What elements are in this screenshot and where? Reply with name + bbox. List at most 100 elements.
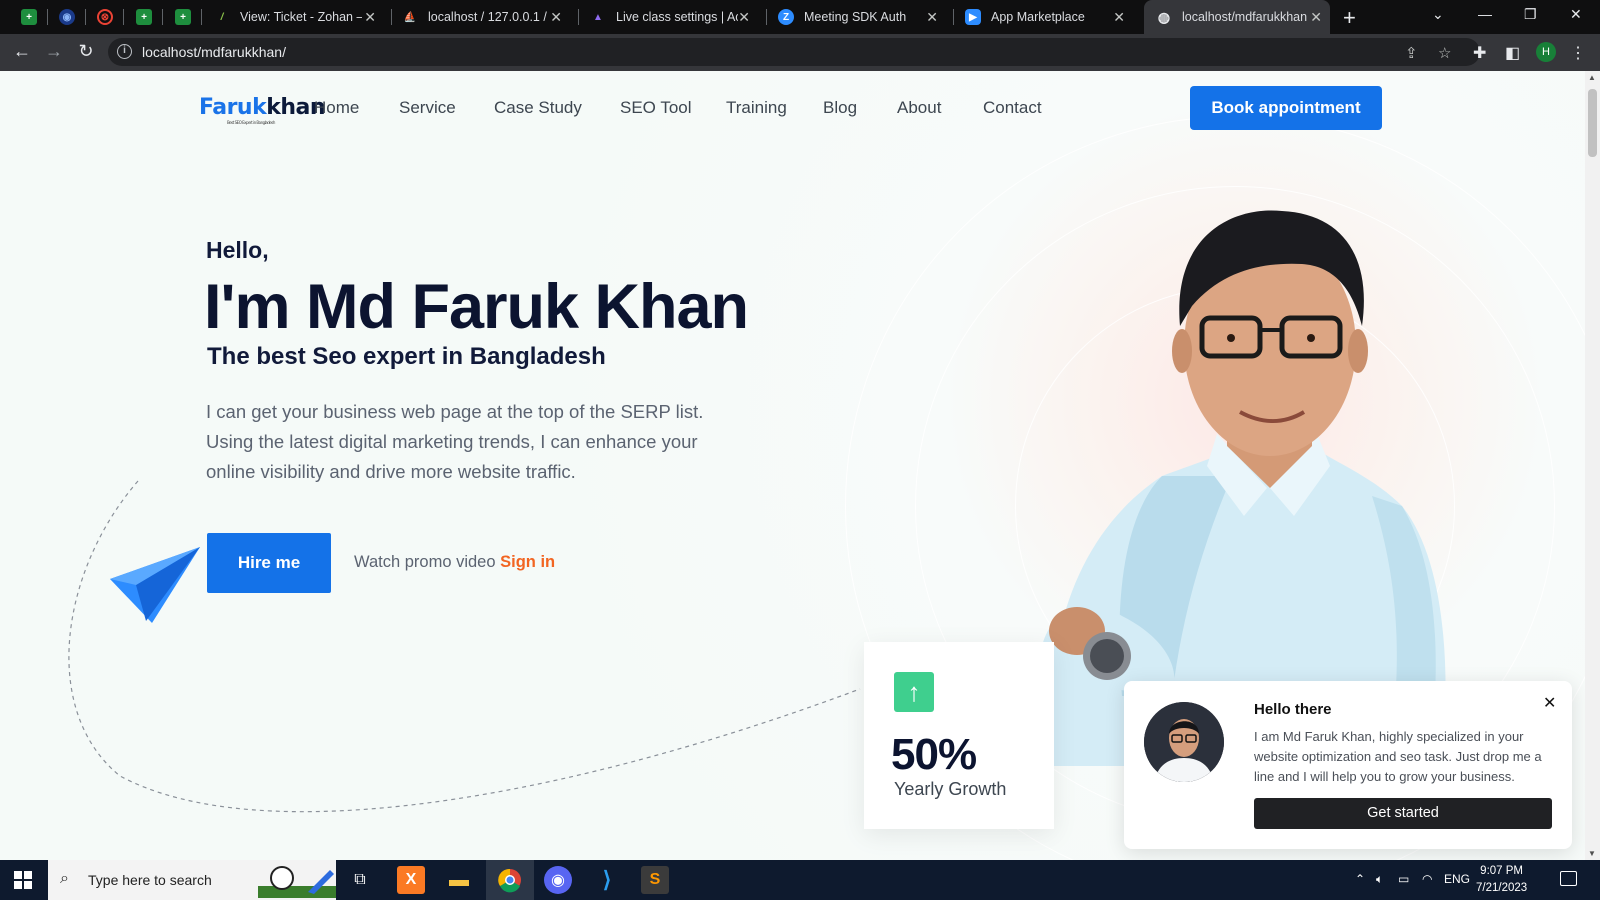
chat-avatar [1144,702,1224,782]
windows-start-icon[interactable] [14,871,32,889]
tab-phpmyadmin[interactable]: ⛵ localhost / 127.0.0.1 / n ✕ [394,0,570,34]
growth-value: 50% [891,730,977,779]
chat-popup: Hello there I am Md Faruk Khan, highly s… [1124,681,1572,849]
sublime-text-icon[interactable]: S [641,866,669,894]
sheets-icon: + [136,9,152,25]
search-placeholder: Type here to search [88,872,212,888]
scroll-up-icon[interactable]: ▲ [1588,73,1596,82]
tab-pinned-3[interactable]: ⊗ [94,0,116,34]
get-started-button[interactable]: Get started [1254,798,1552,829]
search-highlight-art [258,866,336,898]
close-icon[interactable]: ✕ [1543,693,1556,713]
tab-title: localhost / 127.0.0.1 / n [428,10,550,24]
file-explorer-icon[interactable]: ▬ [445,866,473,894]
close-tab-icon[interactable]: ✕ [738,9,750,26]
close-tab-icon[interactable]: ✕ [364,9,376,26]
clock[interactable]: 9:07 PM 7/21/2023 [1476,863,1527,897]
close-window-icon[interactable]: ✕ [1570,6,1582,23]
hero-subheading: The best Seo expert in Bangladesh [207,343,606,370]
profile-portrait [1042,210,1446,766]
back-icon[interactable]: ← [10,41,34,62]
volume-icon[interactable]: 🔈︎ [1376,872,1383,887]
search-icon: ⌕ [60,870,69,887]
reload-icon[interactable]: ↻ [74,41,98,62]
paper-plane-icon [110,547,200,623]
sheets-icon: + [21,9,37,25]
share-icon[interactable]: ⇪ [1405,44,1418,62]
tab-app-marketplace[interactable]: ▶ App Marketplace ✕ [957,0,1133,34]
xampp-icon[interactable]: X [397,866,425,894]
side-panel-icon[interactable]: ◧ [1505,43,1520,63]
site-info-icon[interactable]: i [117,44,132,59]
tab-ticket[interactable]: / View: Ticket - Zohan – ( ✕ [208,0,384,34]
wifi-icon[interactable]: ◠ [1422,872,1432,886]
tab-pinned-4[interactable]: + [133,0,155,34]
close-tab-icon[interactable]: ✕ [1310,9,1322,26]
tab-pinned-2[interactable]: ◉ [56,0,78,34]
logo-tagline: Best SEO Expert in Bangladesh [227,120,275,125]
tab-title: App Marketplace [991,10,1085,24]
menu-icon[interactable]: ⋮ [1570,43,1586,63]
site-logo[interactable]: Farukkhan Best SEO Expert in Bangladesh [199,95,326,125]
nav-about[interactable]: About [897,98,941,118]
sheets-icon: + [175,9,191,25]
promo-text: Watch promo video [354,553,496,571]
ticket-icon: / [220,11,224,23]
nav-training[interactable]: Training [726,98,787,118]
nav-case-study[interactable]: Case Study [494,98,582,118]
clock-date: 7/21/2023 [1476,882,1528,894]
maximize-icon[interactable]: ❐ [1524,6,1537,23]
zoom-icon: Z [778,9,794,25]
battery-icon[interactable]: ▭ [1398,872,1409,886]
new-tab-icon[interactable]: + [1343,5,1356,31]
scroll-down-icon[interactable]: ▼ [1588,849,1596,858]
close-tab-icon[interactable]: ✕ [1113,9,1125,26]
extensions-icon[interactable]: ✚ [1473,43,1486,63]
minimize-icon[interactable]: — [1478,6,1492,22]
vscode-icon[interactable]: ⟩ [593,866,621,894]
language-indicator[interactable]: ENG [1444,872,1470,886]
forward-icon[interactable]: → [42,41,66,62]
book-appointment-button[interactable]: Book appointment [1190,86,1382,130]
page-scrollbar[interactable]: ▲ ▼ [1585,71,1600,860]
close-tab-icon[interactable]: ✕ [926,9,938,26]
taskbar-search[interactable]: ⌕ Type here to search [48,860,336,900]
tab-title: Meeting SDK Auth [804,10,907,24]
tab-active-localhost[interactable]: ◍ localhost/mdfarukkhan ✕ [1144,0,1330,34]
profile-avatar[interactable]: H [1536,42,1556,62]
chat-title: Hello there [1254,701,1332,718]
tab-live-class[interactable]: ▲ Live class settings | Aca ✕ [582,0,758,34]
scrollbar-thumb[interactable] [1588,89,1597,157]
hero-greeting: Hello, [206,237,269,263]
tab-meeting-sdk[interactable]: Z Meeting SDK Auth ✕ [770,0,946,34]
clock-time: 9:07 PM [1480,865,1523,877]
nav-blog[interactable]: Blog [823,98,857,118]
growth-label: Yearly Growth [894,779,1007,799]
tab-pinned-5[interactable]: + [172,0,194,34]
tray-chevron-icon[interactable]: ⌃ [1355,872,1365,886]
hero-description: I can get your business web page at the … [206,401,704,482]
task-view-icon[interactable]: ⧉ [346,866,374,894]
globe-icon: ◍ [1157,8,1171,25]
hire-me-button[interactable]: Hire me [207,533,331,593]
url-text[interactable]: localhost/mdfarukkhan/ [142,44,286,60]
live-class-icon: ▲ [593,11,603,23]
gaming-app-icon[interactable]: ◉ [544,866,572,894]
chrome-icon[interactable] [496,866,524,894]
tab-title: localhost/mdfarukkhan [1182,10,1308,24]
tab-search-icon[interactable]: ⌄ [1432,6,1444,23]
close-tab-icon[interactable]: ✕ [550,9,562,26]
phpmyadmin-icon: ⛵ [403,11,417,23]
bookmark-star-icon[interactable]: ☆ [1438,44,1451,62]
notification-icon[interactable] [1560,871,1577,886]
tab-pinned-1[interactable]: + [18,0,40,34]
sign-in-link[interactable]: Sign in [500,553,555,571]
tab-title: View: Ticket - Zohan – ( [240,10,362,24]
arrow-up-icon: ↑ [894,672,934,712]
omnibox[interactable]: i localhost/mdfarukkhan/ ⇪ ☆ [108,38,1480,66]
nav-contact[interactable]: Contact [983,98,1042,118]
hero-headline: I'm Md Faruk Khan [204,272,749,342]
nav-seo-tool[interactable]: SEO Tool [620,98,692,118]
nav-service[interactable]: Service [399,98,456,118]
nav-home[interactable]: Home [314,98,359,118]
